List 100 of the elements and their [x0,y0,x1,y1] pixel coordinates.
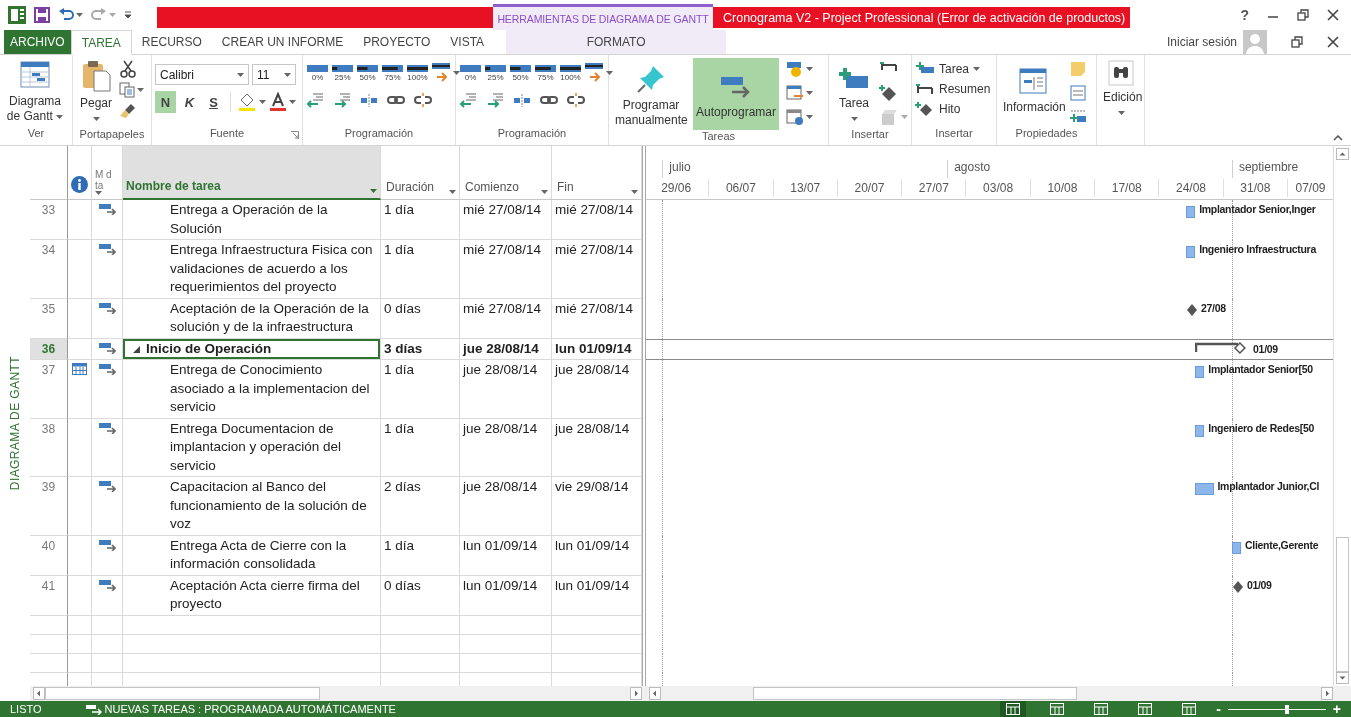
app-logo-icon[interactable] [8,6,26,24]
scissors-icon[interactable] [119,60,137,78]
percent-complete-button[interactable]: 25% [331,64,354,82]
gantt-chart-icon[interactable] [20,60,50,90]
font-color-button[interactable] [269,92,296,112]
scroll-thumb[interactable] [45,687,320,700]
column-header[interactable]: Comienzo [460,146,552,200]
percent-complete-button[interactable]: 50% [509,64,532,82]
font-size-field[interactable]: 11 [252,64,296,85]
collapse-ribbon-icon[interactable] [1333,135,1343,141]
text-style-button[interactable]: K [179,91,200,113]
ribbon-tab[interactable]: CREAR UN INFORME [211,30,354,54]
zoom-in-button[interactable]: + [1332,702,1341,716]
row-number[interactable]: 39 [30,477,68,536]
summary-bar[interactable] [1195,341,1248,354]
percent-complete-button[interactable]: 100% [406,64,429,82]
horizontal-scrollbar[interactable] [30,686,642,701]
restore-icon[interactable] [1291,36,1303,48]
split-icon[interactable] [513,92,531,108]
text-style-button[interactable]: N [155,91,176,113]
vertical-scrollbar[interactable] [1333,146,1351,686]
insert-item-button[interactable]: Resumen [915,82,991,96]
mode-button[interactable] [786,108,813,126]
scroll-right-icon[interactable] [630,687,642,700]
ribbon-tab[interactable]: FORMATO [506,30,727,54]
dialog-launcher-icon[interactable] [291,131,299,139]
ribbon-tab[interactable]: RECURSO [131,30,212,54]
sign-in-link[interactable]: Iniciar sesión [1166,35,1237,49]
editing-button[interactable]: Edición [1100,58,1142,122]
percent-complete-button[interactable]: 0% [459,64,482,82]
view-shortcut-button[interactable] [1000,701,1027,717]
restore-icon[interactable] [1297,9,1309,21]
percent-complete-button[interactable]: 25% [484,64,507,82]
ribbon-tab[interactable]: TAREA [70,30,132,55]
scroll-down-icon[interactable] [1336,672,1349,684]
percent-complete-button[interactable]: 100% [559,64,582,82]
task-bar[interactable] [1231,541,1242,554]
zoom-slider[interactable] [1227,704,1326,714]
indent-icon[interactable] [333,92,351,108]
scroll-left-icon[interactable] [649,687,661,700]
collapse-triangle-icon[interactable] [133,345,140,353]
horizontal-scrollbar[interactable] [646,686,1333,701]
paste-button[interactable]: Pegar [76,58,116,128]
row-number[interactable]: 33 [30,200,68,240]
information-button[interactable]: Información [1000,58,1066,117]
task-bar[interactable] [1185,206,1196,218]
help-button[interactable]: ? [1240,7,1249,23]
gantt-chart-button[interactable]: Diagrama de Gantt [3,58,67,126]
font-name-field[interactable]: Calibri [155,64,249,85]
scroll-up-icon[interactable] [1336,148,1349,160]
scroll-thumb[interactable] [1336,537,1349,672]
mark-on-track-button[interactable] [584,62,613,84]
task-bar[interactable] [1195,366,1205,378]
inspect-button[interactable] [786,60,813,78]
insert-item-button[interactable]: Hito [915,102,991,116]
task-bar[interactable] [1195,424,1205,437]
percent-complete-button[interactable]: 50% [356,64,379,82]
percent-complete-button[interactable]: 75% [534,64,557,82]
slider-thumb[interactable] [1284,704,1289,714]
corner-header[interactable] [30,146,68,200]
row-number[interactable]: 40 [30,535,68,576]
copy-button[interactable] [119,82,144,98]
indent-icon[interactable] [486,92,504,108]
insert-task-button[interactable]: Tarea [832,58,876,128]
close-icon[interactable] [1327,36,1339,48]
milestone-diamond[interactable] [1185,302,1198,317]
milestone-diamond[interactable] [1231,579,1244,594]
ribbon-tab[interactable]: VISTA [440,30,495,54]
row-number[interactable]: 36 [30,338,68,360]
text-style-button[interactable]: S [203,91,224,113]
schedule-mode-button[interactable]: Programar manualmente [612,58,690,130]
new-tasks-mode[interactable]: NUEVAS TAREAS : PROGRAMADA AUTOMÁTICAMENTE [104,703,396,715]
ribbon-tab[interactable]: ARCHIVO [4,30,71,54]
row-number[interactable]: 38 [30,418,68,477]
scroll-thumb[interactable] [753,687,1077,700]
row-number[interactable]: 35 [30,298,68,339]
split-icon[interactable] [360,92,378,108]
row-number[interactable]: 41 [30,575,68,616]
milestone-icon[interactable] [879,84,899,102]
zoom-out-button[interactable]: - [1216,702,1221,716]
close-icon[interactable] [1327,9,1339,21]
brush-icon[interactable] [119,102,137,120]
outdent-icon[interactable] [306,92,324,108]
scroll-right-icon[interactable] [1321,687,1333,700]
column-header[interactable]: Duración [381,146,460,200]
ribbon-tab[interactable]: PROYECTO [353,30,441,54]
column-header[interactable]: Nombre de tarea [123,146,381,200]
row-number[interactable]: 34 [30,240,68,299]
move-button[interactable] [786,84,813,102]
task-bar[interactable] [1185,246,1196,258]
percent-complete-button[interactable]: 75% [381,64,404,82]
mark-on-track-button[interactable] [431,62,460,84]
row-number[interactable]: 37 [30,360,68,419]
highlight-button[interactable] [237,92,266,112]
unlink-icon[interactable] [567,92,585,108]
unlink-icon[interactable] [414,92,432,108]
insert-item-button[interactable]: Tarea [915,62,991,76]
percent-complete-button[interactable]: 0% [306,64,329,82]
schedule-mode-button[interactable]: Autoprogramar [693,58,779,130]
outdent-icon[interactable] [459,92,477,108]
